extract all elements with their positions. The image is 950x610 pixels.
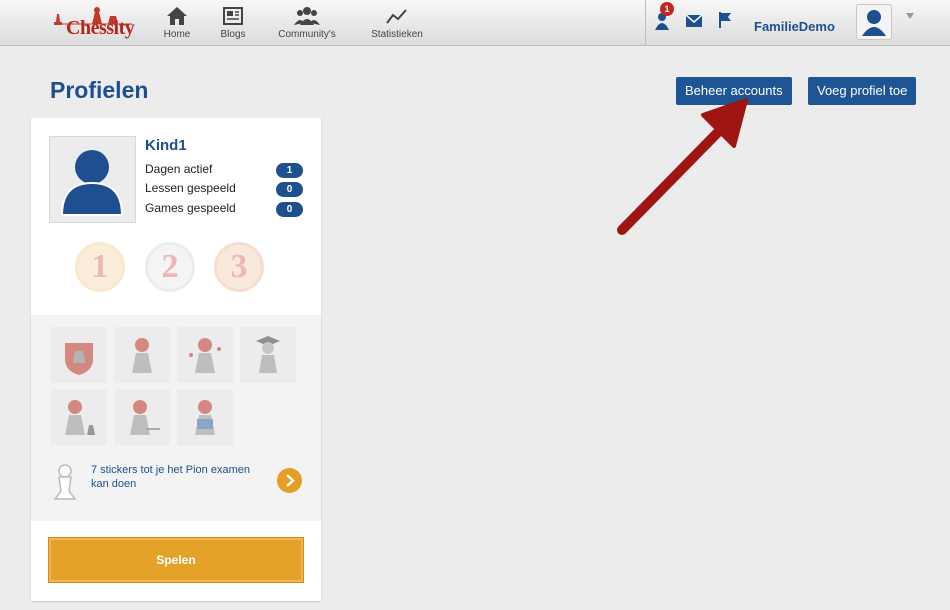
stat-lessons-label: Lessen gespeeld: [145, 181, 236, 195]
pawn-book-sticker-icon: [195, 400, 215, 435]
pawn-hearts-sticker-icon: [189, 338, 221, 373]
community-icon: [294, 7, 320, 25]
blogs-icon: [223, 7, 243, 25]
medal-silver: 2: [145, 242, 195, 292]
nav-community[interactable]: Community's: [272, 5, 342, 43]
next-button[interactable]: [277, 468, 302, 493]
nav-home[interactable]: Home: [160, 5, 194, 43]
nav-statistics[interactable]: Statistieken: [365, 5, 429, 43]
home-icon: [167, 7, 187, 25]
sticker-progress-text[interactable]: 7 stickers tot je het Pion examen kan do…: [91, 463, 261, 491]
profile-name[interactable]: Kind1: [145, 137, 187, 154]
pawn-key-sticker-icon: [130, 400, 160, 435]
user-silhouette-icon: [60, 150, 124, 216]
user-avatar-button[interactable]: [856, 4, 892, 40]
stat-games-value: 0: [276, 202, 303, 217]
pawn-icon: [53, 464, 77, 500]
stat-games-label: Games gespeeld: [145, 201, 236, 215]
top-navigation-bar: Chessity Home Blogs Community's Statisti…: [0, 0, 950, 46]
knight-shield-sticker-icon: [65, 343, 93, 375]
medal-gold: 1: [75, 242, 125, 292]
manage-accounts-button[interactable]: Beheer accounts: [676, 77, 792, 105]
flag-icon[interactable]: [719, 12, 731, 28]
sticker-slot[interactable]: [114, 389, 170, 445]
play-button[interactable]: Spelen: [48, 537, 304, 583]
chevron-right-icon: [286, 474, 295, 487]
sticker-slot[interactable]: [177, 327, 233, 383]
nav-statistics-label: Statistieken: [371, 29, 423, 40]
sticker-slot[interactable]: [177, 389, 233, 445]
sticker-slot[interactable]: [114, 327, 170, 383]
nav-blogs-label: Blogs: [220, 29, 246, 40]
user-avatar-icon: [862, 10, 886, 36]
nav-blogs[interactable]: Blogs: [216, 5, 250, 43]
profile-card: Kind1 Dagen actief 1 Lessen gespeeld 0 G…: [31, 118, 321, 601]
sticker-slot[interactable]: [51, 389, 107, 445]
profile-avatar[interactable]: [49, 136, 136, 223]
graduate-pawn-sticker-icon: [256, 336, 280, 373]
stat-days-active-label: Dagen actief: [145, 162, 213, 176]
stat-lessons-value: 0: [276, 182, 303, 197]
stat-days-active-value: 1: [276, 163, 303, 178]
nav-home-label: Home: [163, 29, 191, 40]
sticker-collection: 7 stickers tot je het Pion examen kan do…: [31, 315, 321, 521]
chevron-down-icon[interactable]: [906, 13, 914, 19]
pawn-chess-sticker-icon: [65, 400, 95, 435]
medal-bronze: 3: [214, 242, 264, 292]
pawn-character-sticker-icon: [132, 338, 152, 373]
statistics-icon: [386, 9, 407, 24]
sticker-slot[interactable]: [240, 327, 296, 383]
nav-community-label: Community's: [278, 29, 336, 40]
brand-name: Chessity: [66, 17, 135, 39]
username-link[interactable]: FamilieDemo: [754, 19, 835, 34]
chessity-logo[interactable]: Chessity: [52, 6, 135, 42]
notification-badge: 1: [660, 2, 674, 16]
sticker-slot[interactable]: [51, 327, 107, 383]
mail-icon[interactable]: [686, 15, 702, 27]
header-divider: [645, 0, 646, 46]
page-title: Profielen: [50, 77, 149, 103]
add-profile-button[interactable]: Voeg profiel toe: [808, 77, 917, 105]
